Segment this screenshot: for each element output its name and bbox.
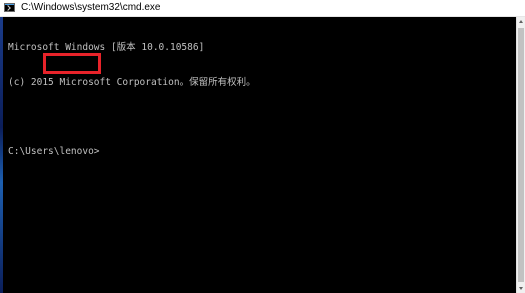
window-title: C:\Windows\system32\cmd.exe <box>21 2 161 13</box>
scroll-down-arrow-icon[interactable] <box>517 284 525 293</box>
cmd-window: C:\Windows\system32\cmd.exe Microsoft Wi… <box>0 0 525 293</box>
cmd-icon[interactable] <box>4 3 15 12</box>
scroll-thumb[interactable] <box>518 28 524 282</box>
console-line-copyright: (c) 2015 Microsoft Corporation。保留所有权利。 <box>8 76 256 88</box>
console-prompt: C:\Users\lenovo> <box>8 145 100 157</box>
scroll-up-arrow-icon[interactable] <box>517 17 525 26</box>
prompt-chevron-icon <box>5 5 11 11</box>
prompt-highlight-box <box>43 53 101 74</box>
console-line-version: Microsoft Windows [版本 10.0.10586] <box>8 42 205 53</box>
console-prompt-line[interactable]: C:\Users\lenovo> <box>8 146 513 158</box>
left-edge-strip <box>0 17 3 293</box>
console-line-blank <box>8 111 513 123</box>
title-bar[interactable]: C:\Windows\system32\cmd.exe <box>0 0 525 17</box>
vertical-scrollbar[interactable] <box>516 17 525 293</box>
console-output[interactable]: Microsoft Windows [版本 10.0.10586] (c) 20… <box>8 19 513 180</box>
